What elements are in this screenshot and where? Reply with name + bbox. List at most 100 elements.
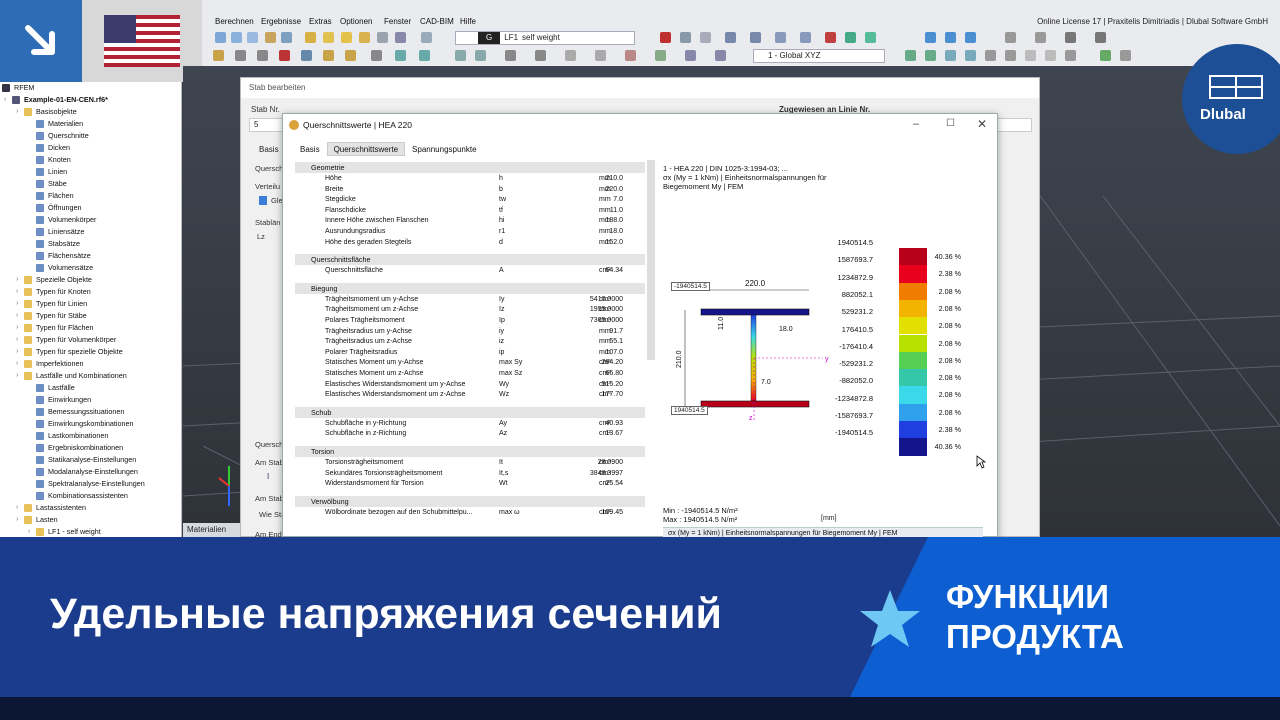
tree-item[interactable]: Materialien	[28, 118, 83, 130]
expand-icon[interactable]: ›	[16, 514, 24, 526]
tree-item[interactable]: Modalanalyse-Einstellungen	[28, 466, 138, 478]
us-flag-icon[interactable]	[104, 15, 180, 67]
tree-item[interactable]: Kombinationsassistenten	[28, 490, 128, 502]
property-row[interactable]: Ausrundungsradius r1 18.0 mm	[295, 227, 645, 238]
property-row[interactable]: Polares Trägheitsmoment Ip 7365.0000 cm⁴	[295, 316, 645, 327]
expand-icon[interactable]: ›	[16, 334, 24, 346]
property-row[interactable]: Elastisches Widerstandsmoment um y-Achse…	[295, 380, 645, 391]
load-case-combo[interactable]: G LF1 self weight	[455, 31, 635, 45]
tool-icon[interactable]	[323, 50, 334, 61]
property-row[interactable]: Trägheitsmoment um z-Achse Iz 1955.0000 cm⁴	[295, 305, 645, 316]
property-row[interactable]: Polarer Trägheitsradius ip 107.0 mm	[295, 348, 645, 359]
view-icon[interactable]	[231, 32, 242, 43]
result-icon[interactable]	[825, 32, 836, 43]
close-icon[interactable]: ✕	[977, 117, 987, 131]
properties-scrollbar[interactable]	[647, 160, 655, 360]
result-icon[interactable]	[725, 32, 736, 43]
expand-icon[interactable]: ›	[16, 502, 24, 514]
property-row[interactable]: Sekundäres Torsionsträgheitsmoment It,s 38…	[295, 469, 645, 480]
tool-icon[interactable]	[715, 50, 726, 61]
tool-icon[interactable]	[345, 50, 356, 61]
tree-item[interactable]: Stäbe	[28, 178, 67, 190]
result-icon[interactable]	[750, 32, 761, 43]
tree-item[interactable]: Volumensätze	[28, 262, 93, 274]
tree-item[interactable]: › Basisobjekte	[16, 106, 77, 118]
property-row[interactable]: Flanschdicke tf 11.0 mm	[295, 206, 645, 217]
result-icon[interactable]	[845, 32, 856, 43]
tool-icon[interactable]	[257, 50, 268, 61]
snap-icon[interactable]	[985, 50, 996, 61]
view-icon[interactable]	[1035, 32, 1046, 43]
snap-icon[interactable]	[1100, 50, 1111, 61]
property-row[interactable]: Schubfläche in z-Richtung Az 13.67 cm²	[295, 429, 645, 440]
tree-item[interactable]: Öffnungen	[28, 202, 81, 214]
property-row[interactable]: Höhe des geraden Stegteils d 152.0 mm	[295, 238, 645, 249]
tree-item[interactable]: › Typen für spezielle Objekte	[16, 346, 123, 358]
view-icon[interactable]	[1005, 32, 1016, 43]
tree-item[interactable]: Einwirkungen	[28, 394, 91, 406]
tool-icon[interactable]	[371, 50, 382, 61]
tree-item[interactable]: › Typen für Stäbe	[16, 310, 87, 322]
maximize-icon[interactable]: ☐	[946, 118, 955, 129]
tree-item[interactable]: Spektralanalyse-Einstellungen	[28, 478, 145, 490]
property-row[interactable]: Widerstandsmoment für Torsion Wt 25.54 cm³	[295, 479, 645, 490]
tool-icon[interactable]	[395, 32, 406, 43]
snap-icon[interactable]	[945, 50, 956, 61]
tree-item[interactable]: Liniensätze	[28, 226, 84, 238]
snap-icon[interactable]	[1065, 50, 1076, 61]
group-header[interactable]: Biegung	[295, 282, 645, 294]
coordinate-system-combo[interactable]: 1 - Global XYZ	[753, 49, 885, 63]
edit-icon[interactable]	[265, 32, 276, 43]
tree-item[interactable]: Querschnitte	[28, 130, 89, 142]
view-icon[interactable]	[1065, 32, 1076, 43]
group-header[interactable]: Verwölbung	[295, 495, 645, 507]
menu-hilfe[interactable]: Hilfe	[460, 14, 476, 29]
property-row[interactable]: Trägheitsradius um y-Achse iy 91.7 mm	[295, 327, 645, 338]
expand-icon[interactable]: ›	[16, 298, 24, 310]
tree-item[interactable]: › Lasten	[16, 514, 58, 526]
result-icon[interactable]	[680, 32, 691, 43]
tool-icon[interactable]	[655, 50, 666, 61]
tab-basis-back[interactable]: Basis	[259, 145, 279, 154]
expand-icon[interactable]: ›	[16, 106, 24, 118]
menu-berechnen[interactable]: Berechnen	[215, 14, 254, 29]
tree-item[interactable]: Lastkombinationen	[28, 430, 108, 442]
tree-item[interactable]: Ergebniskombinationen	[28, 442, 123, 454]
materials-tab[interactable]: Materialien	[183, 523, 240, 537]
tree-item[interactable]: › Typen für Linien	[16, 298, 87, 310]
property-row[interactable]: Schubfläche in y-Richtung Ay 40.93 cm²	[295, 419, 645, 430]
minimize-icon[interactable]: –	[913, 118, 919, 130]
snap-icon[interactable]	[925, 50, 936, 61]
expand-icon[interactable]: ›	[28, 526, 36, 537]
tool-icon[interactable]	[685, 50, 696, 61]
distribution-option[interactable]: Glei	[259, 196, 285, 205]
menu-extras[interactable]: Extras	[309, 14, 332, 29]
view-icon[interactable]	[247, 32, 258, 43]
property-row[interactable]: Höhe h 210.0 mm	[295, 174, 645, 185]
snap-icon[interactable]	[1005, 50, 1016, 61]
snap-icon[interactable]	[1025, 50, 1036, 61]
tool-icon[interactable]	[625, 50, 636, 61]
expand-icon[interactable]: ›	[16, 358, 24, 370]
group-header[interactable]: Geometrie	[295, 162, 645, 173]
view-icon[interactable]	[925, 32, 936, 43]
tool-icon[interactable]	[595, 50, 606, 61]
tree-item[interactable]: › Typen für Knoten	[16, 286, 91, 298]
result-icon[interactable]	[660, 32, 671, 43]
tab-stress-points[interactable]: Spannungspunkte	[405, 142, 484, 156]
group-header[interactable]: Querschnittsfläche	[295, 254, 645, 266]
select-icon[interactable]	[359, 32, 370, 43]
tree-item[interactable]: Bemessungssituationen	[28, 406, 124, 418]
tool-icon[interactable]	[279, 50, 290, 61]
tool-icon[interactable]	[213, 50, 224, 61]
tool-icon[interactable]	[505, 50, 516, 61]
menu-ergebnisse[interactable]: Ergebnisse	[261, 14, 301, 29]
tool-icon[interactable]	[419, 50, 430, 61]
view-icon[interactable]	[965, 32, 976, 43]
tree-item[interactable]: Statikanalyse-Einstellungen	[28, 454, 136, 466]
table-icon[interactable]	[421, 32, 432, 43]
group-header[interactable]: Torsion	[295, 446, 645, 457]
group-header[interactable]: Schub	[295, 406, 645, 418]
expand-icon[interactable]: ›	[16, 322, 24, 334]
expand-icon[interactable]: ›	[16, 346, 24, 358]
